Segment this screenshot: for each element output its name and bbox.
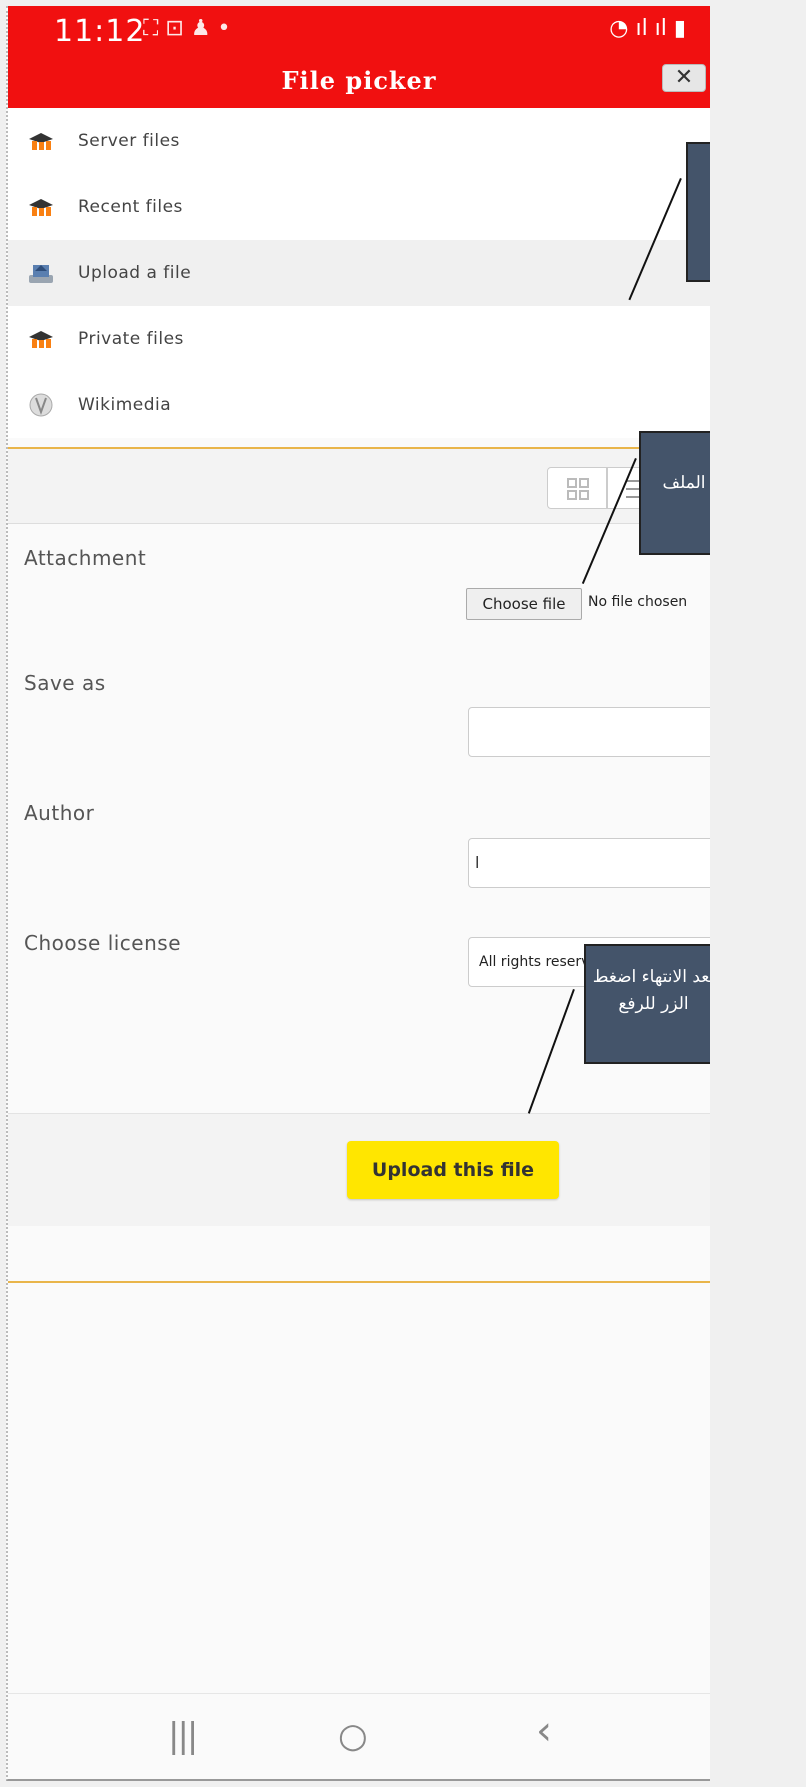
repository-list: Server files Recent files Upload a file … — [8, 108, 710, 438]
view-toolbar — [8, 449, 710, 524]
repo-label: Recent files — [78, 197, 183, 217]
notification-icons: ⛶ ⊡ ♟ • — [143, 16, 231, 41]
back-button[interactable]: ‹ — [536, 1708, 552, 1754]
home-button[interactable]: ○ — [338, 1716, 368, 1756]
screenshot-frame: 11:12 ⛶ ⊡ ♟ • ◔ ıl ıl ▮ File picker ✕ Se… — [0, 0, 806, 1787]
choose-license-label: Choose license — [24, 931, 182, 955]
moodle-icon — [26, 327, 56, 351]
repo-item-private-files[interactable]: Private files — [8, 306, 710, 372]
recents-button[interactable]: ||| — [168, 1716, 198, 1756]
signal-battery-icons: ◔ ıl ıl ▮ — [609, 16, 686, 41]
android-nav-bar: ||| ○ ‹ — [8, 1693, 710, 1779]
moodle-icon — [26, 195, 56, 219]
repo-item-wikimedia[interactable]: Wikimedia — [8, 372, 710, 438]
repo-item-upload-a-file[interactable]: Upload a file — [8, 240, 710, 306]
save-as-input[interactable] — [468, 707, 710, 757]
close-button[interactable]: ✕ — [662, 64, 706, 92]
moodle-icon — [26, 129, 56, 153]
save-as-label: Save as — [24, 671, 106, 695]
upload-this-file-button[interactable]: Upload this file — [347, 1141, 559, 1199]
callout-box-bottom: بعد الانتهاء اضغط الزر للرفع — [584, 944, 710, 1064]
repo-label: Wikimedia — [78, 395, 172, 415]
callout-leader — [527, 989, 575, 1114]
upload-icon — [26, 261, 56, 285]
wikimedia-icon — [26, 393, 56, 417]
no-file-chosen-text: No file chosen — [588, 594, 688, 610]
dialog-title: File picker — [281, 66, 437, 95]
repo-item-server-files[interactable]: Server files — [8, 108, 710, 174]
dialog-header: File picker ✕ — [8, 58, 710, 108]
section-divider — [8, 1281, 710, 1283]
repo-label: Upload a file — [78, 263, 192, 283]
author-input[interactable]: ا — [468, 838, 710, 888]
status-bar: 11:12 ⛶ ⊡ ♟ • ◔ ıl ıl ▮ — [8, 6, 710, 58]
callout-box-middle: الملف — [639, 431, 710, 555]
attachment-label: Attachment — [24, 546, 147, 570]
status-time: 11:12 — [54, 14, 146, 49]
author-label: Author — [24, 801, 95, 825]
repo-item-recent-files[interactable]: Recent files — [8, 174, 710, 240]
repo-label: Server files — [78, 131, 180, 151]
callout-box-top — [686, 142, 710, 282]
grid-view-icon[interactable] — [547, 467, 607, 509]
phone-screen: 11:12 ⛶ ⊡ ♟ • ◔ ıl ıl ▮ File picker ✕ Se… — [6, 6, 710, 1781]
choose-file-button[interactable]: Choose file — [466, 588, 582, 620]
repo-label: Private files — [78, 329, 184, 349]
